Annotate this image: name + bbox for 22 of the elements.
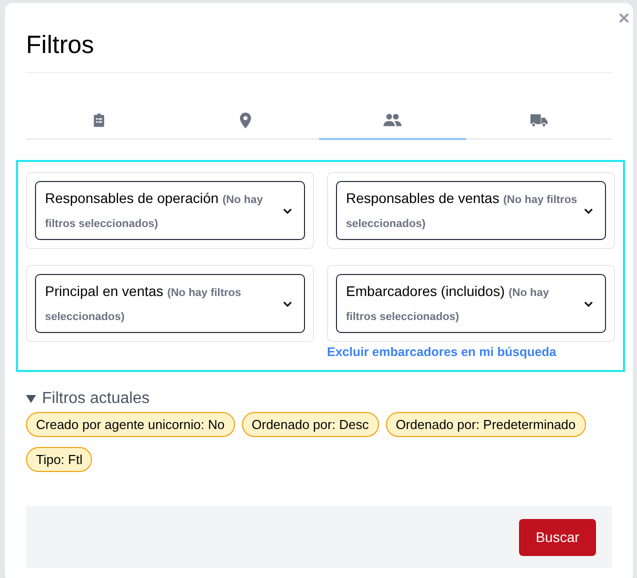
chevron-icon [584, 208, 593, 214]
dropdown[interactable]: Embarcadores (incluidos) (No hay filtros seleccionados) [336, 274, 606, 333]
filter-chip: Ordenado por: Desc [242, 412, 379, 437]
chevron-icon [584, 300, 593, 306]
dropdown[interactable]: Responsables de operación (No hay filtros seleccionados) [35, 181, 305, 240]
clipboard-icon [93, 112, 106, 128]
filter-chip: Creado por agente unicornio: No [26, 412, 235, 437]
search-button[interactable]: Buscar [519, 518, 596, 556]
close-icon[interactable] [619, 13, 629, 23]
current-filters-toggle[interactable]: Filtros actuales [26, 390, 633, 408]
chevron-icon [283, 300, 292, 306]
location-pin-icon [239, 112, 252, 128]
dialog-title: Filtros [26, 31, 612, 73]
truck-icon [530, 112, 548, 128]
chevron-icon [283, 208, 292, 214]
section-title: Filtros actuales [42, 390, 150, 408]
filter-chip: Tipo: Ftl [26, 447, 92, 472]
dropdown[interactable]: Principal en ventas (No hay filtros seleccionados) [35, 274, 305, 333]
people-icon [382, 113, 402, 127]
dropdown[interactable]: Responsables de ventas (No hay filtros seleccionados) [336, 181, 606, 240]
exclude-link[interactable]: Excluir embarcadores en mi búsqueda [327, 345, 615, 359]
filter-chip: Ordenado por: Predeterminado [386, 412, 586, 437]
